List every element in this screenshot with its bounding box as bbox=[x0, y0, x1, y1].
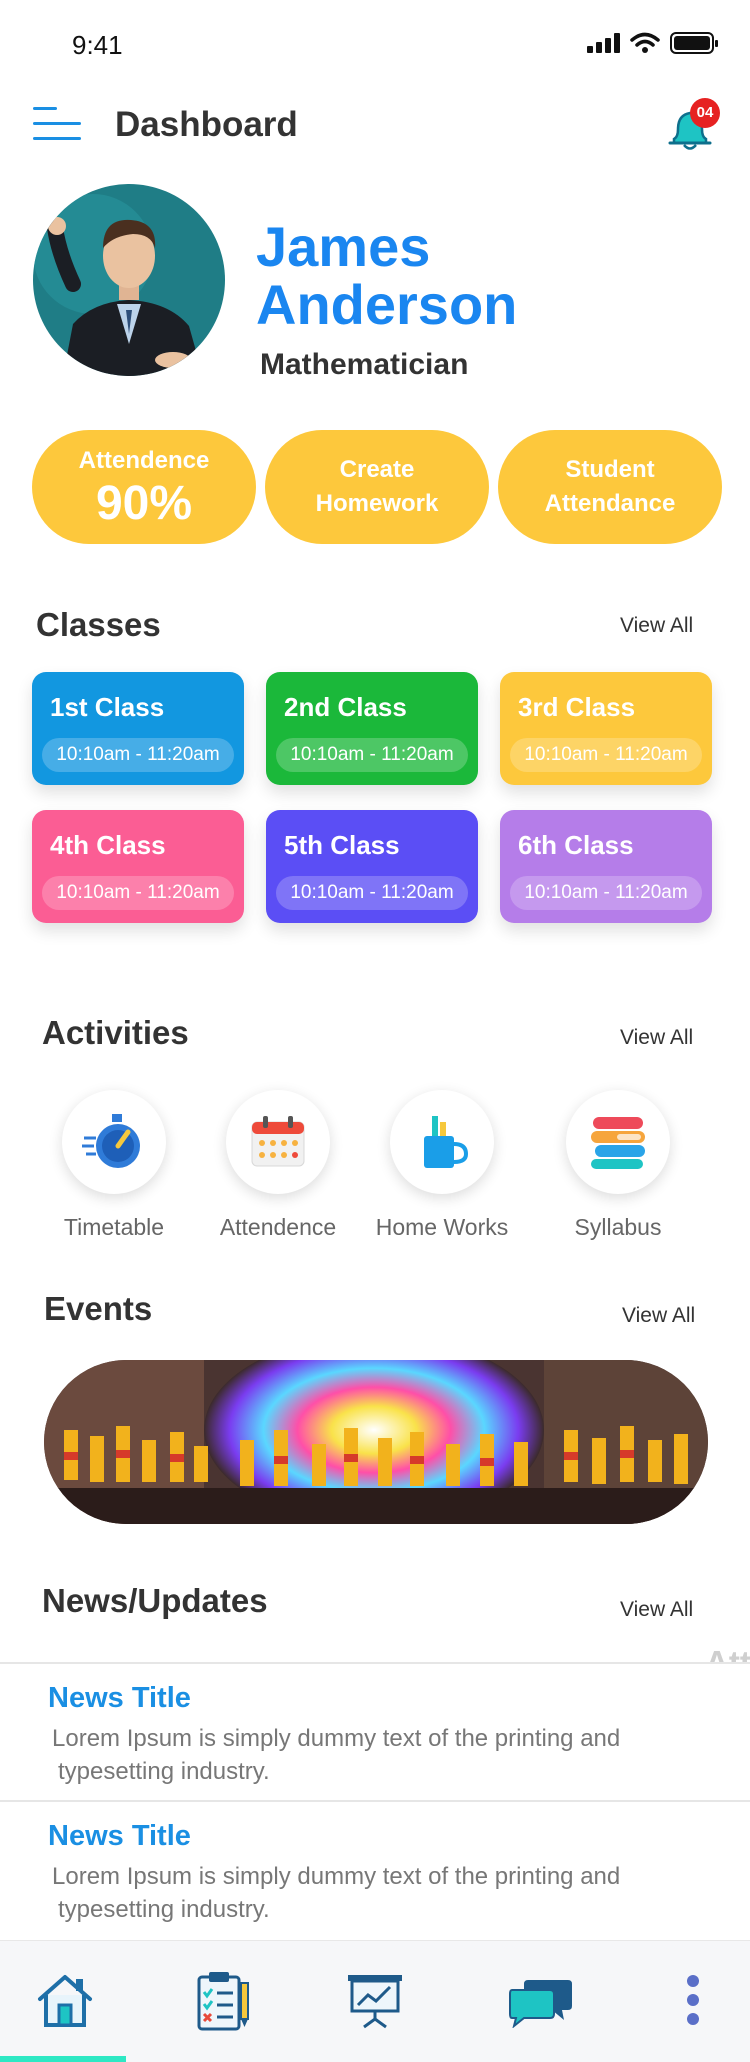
books-icon bbox=[566, 1090, 670, 1194]
avatar[interactable] bbox=[33, 184, 225, 376]
class-card-2[interactable]: 2nd Class 10:10am - 11:20am bbox=[266, 672, 478, 785]
calendar-icon bbox=[226, 1090, 330, 1194]
home-icon bbox=[38, 1975, 92, 2027]
class-time: 10:10am - 11:20am bbox=[42, 738, 234, 772]
class-card-1[interactable]: 1st Class 10:10am - 11:20am bbox=[32, 672, 244, 785]
attendance-percentage-button[interactable]: Attendence 90% bbox=[32, 430, 256, 544]
activity-home-works[interactable]: Home Works bbox=[357, 1090, 527, 1241]
nav-messages[interactable] bbox=[506, 1967, 576, 2033]
class-time: 10:10am - 11:20am bbox=[42, 876, 234, 910]
class-card-4[interactable]: 4th Class 10:10am - 11:20am bbox=[32, 810, 244, 923]
activity-label: Home Works bbox=[375, 1214, 509, 1240]
battery-icon bbox=[670, 32, 718, 54]
attendance-value: 90% bbox=[95, 477, 193, 530]
news-item-2[interactable]: News Title Lorem Ipsum is simply dummy t… bbox=[0, 1800, 750, 1938]
activity-syllabus[interactable]: Syllabus bbox=[533, 1090, 703, 1241]
activity-label: Syllabus bbox=[574, 1214, 662, 1240]
chat-bubbles-icon bbox=[509, 1980, 572, 2028]
presentation-chart-icon bbox=[348, 1975, 402, 2029]
pencil-cup-icon bbox=[390, 1090, 494, 1194]
class-time: 10:10am - 11:20am bbox=[276, 876, 468, 910]
create-homework-label-1: Create bbox=[339, 456, 415, 483]
more-vertical-icon bbox=[687, 1975, 699, 2025]
nav-presentation[interactable] bbox=[340, 1967, 410, 2033]
status-icons bbox=[587, 32, 718, 54]
profile-last-name: Anderson bbox=[256, 273, 518, 336]
class-card-5[interactable]: 5th Class 10:10am - 11:20am bbox=[266, 810, 478, 923]
nav-more[interactable] bbox=[658, 1967, 728, 2033]
classes-view-all-link[interactable]: View All bbox=[620, 614, 693, 638]
hamburger-menu-icon[interactable] bbox=[33, 107, 81, 141]
student-attendance-label-1: Student bbox=[565, 456, 655, 483]
news-item-body-line-1: Lorem Ipsum is simply dummy text of the … bbox=[52, 1863, 621, 1890]
activity-label: Timetable bbox=[63, 1214, 165, 1240]
class-name: 3rd Class bbox=[518, 692, 636, 722]
signal-icon bbox=[587, 33, 620, 53]
status-bar: 9:41 bbox=[0, 0, 750, 90]
class-name: 2nd Class bbox=[284, 692, 407, 722]
stopwatch-icon bbox=[62, 1090, 166, 1194]
activity-label: Attendence bbox=[219, 1214, 337, 1240]
news-item-title: News Title bbox=[48, 1682, 191, 1714]
create-homework-label-2: Homework bbox=[315, 490, 439, 517]
class-name: 6th Class bbox=[518, 830, 634, 860]
classes-title: Classes bbox=[36, 606, 161, 643]
news-item-body-line-1: Lorem Ipsum is simply dummy text of the … bbox=[52, 1725, 621, 1752]
activity-attendence[interactable]: Attendence bbox=[193, 1090, 363, 1241]
news-item-title: News Title bbox=[48, 1820, 191, 1852]
student-attendance-label-2: Attendance bbox=[544, 490, 676, 517]
page-title: Dashboard bbox=[115, 105, 298, 144]
attendance-label: Attendence bbox=[78, 447, 210, 474]
profile-first-name: James bbox=[256, 215, 431, 278]
news-item-body-line-2: typesetting industry. bbox=[58, 1758, 270, 1785]
status-time: 9:41 bbox=[72, 30, 123, 60]
class-name: 4th Class bbox=[50, 830, 166, 860]
bottom-navigation bbox=[0, 1940, 750, 2062]
nav-home[interactable] bbox=[30, 1967, 100, 2033]
activities-title: Activities bbox=[42, 1014, 189, 1051]
activity-timetable[interactable]: Timetable bbox=[29, 1090, 199, 1241]
class-time: 10:10am - 11:20am bbox=[510, 876, 702, 910]
profile-role: Mathematician bbox=[260, 348, 469, 381]
news-item-body-line-2: typesetting industry. bbox=[58, 1896, 270, 1923]
events-title: Events bbox=[44, 1290, 153, 1327]
active-tab-indicator bbox=[0, 2056, 126, 2062]
class-time: 10:10am - 11:20am bbox=[510, 738, 702, 772]
news-item-1[interactable]: News Title Lorem Ipsum is simply dummy t… bbox=[0, 1662, 750, 1800]
student-attendance-button[interactable]: Student Attendance bbox=[498, 430, 722, 544]
wifi-icon bbox=[630, 32, 660, 53]
quick-actions: Attendence 90% Create Homework Student A… bbox=[32, 430, 722, 544]
event-banner-image[interactable] bbox=[44, 1360, 708, 1524]
create-homework-button[interactable]: Create Homework bbox=[265, 430, 489, 544]
class-name: 1st Class bbox=[50, 692, 165, 722]
class-card-6[interactable]: 6th Class 10:10am - 11:20am bbox=[500, 810, 712, 923]
class-card-3[interactable]: 3rd Class 10:10am - 11:20am bbox=[500, 672, 712, 785]
clipboard-checklist-icon bbox=[197, 1972, 249, 2031]
profile-name: James Anderson bbox=[256, 218, 676, 334]
news-item-body: Lorem Ipsum is simply dummy text of the … bbox=[52, 1722, 702, 1788]
nav-tasks[interactable] bbox=[188, 1967, 258, 2033]
news-item-body: Lorem Ipsum is simply dummy text of the … bbox=[52, 1860, 702, 1926]
news-title: News/Updates bbox=[42, 1582, 268, 1619]
news-view-all-link[interactable]: View All bbox=[620, 1598, 693, 1622]
class-name: 5th Class bbox=[284, 830, 400, 860]
notification-badge: 04 bbox=[690, 98, 720, 128]
activities-view-all-link[interactable]: View All bbox=[620, 1026, 693, 1050]
app-header: Dashboard bbox=[0, 95, 750, 155]
events-view-all-link[interactable]: View All bbox=[622, 1304, 695, 1328]
class-time: 10:10am - 11:20am bbox=[276, 738, 468, 772]
